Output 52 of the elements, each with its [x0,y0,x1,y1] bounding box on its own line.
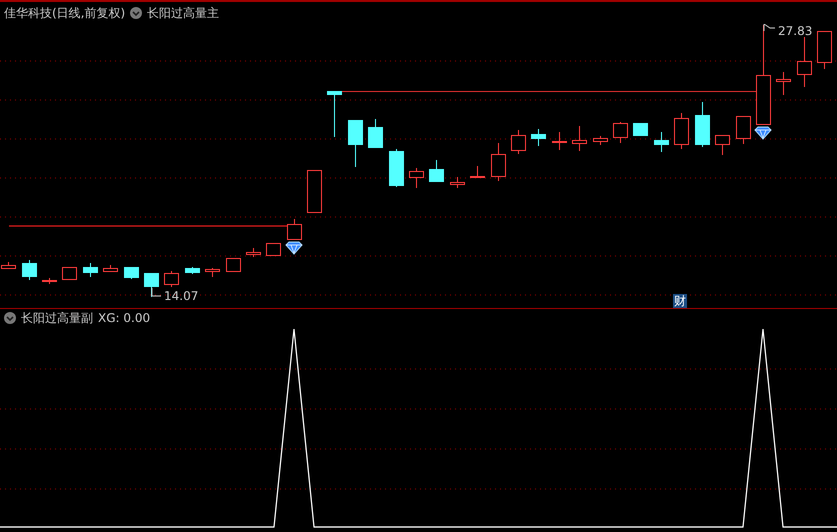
candlestick [613,122,628,144]
candlestick [511,130,526,154]
candlestick [674,112,689,150]
collapse-icon[interactable] [130,7,142,19]
candlestick [736,116,751,144]
candlestick [633,122,648,136]
candlestick [389,148,404,188]
candlestick [164,270,179,288]
candlestick [776,72,791,96]
indicator-name: 长阳过高量副 [21,310,93,326]
low-price-label: 14.07 [164,289,198,303]
candlestick [307,170,322,213]
candlestick [695,102,710,148]
candlestick [103,264,118,272]
candlestick [552,132,567,150]
candlestick [409,168,424,188]
candlestick [1,262,16,269]
indicator-name: 长阳过高量主 [147,4,220,22]
candlestick [246,248,261,258]
candlestick [797,36,812,88]
finance-badge[interactable]: 财 [673,294,687,308]
candlestick [144,272,159,298]
candlestick [429,160,444,182]
candlestick [348,120,363,168]
candlestick [715,135,730,156]
candlestick [124,266,139,280]
candlestick [491,142,506,182]
candlestick [817,31,832,70]
candlestick [368,118,383,148]
leader-line [152,288,162,296]
diamond-icon [285,242,303,255]
candlestick [205,268,220,278]
candlestick [470,166,485,178]
candlestick [531,128,546,146]
indicator-reading: XG: 0.00 [98,311,150,325]
candlestick [327,90,342,138]
candlestick [22,260,37,280]
candlestick [287,218,302,240]
candlestick [83,262,98,278]
high-price-label: 27.83 [778,24,812,38]
candlestick [593,136,608,146]
leader-line [764,24,776,32]
candlestick [572,126,587,152]
candlestick [185,266,200,274]
candlestick [226,258,241,272]
candlestick [266,243,281,256]
candlestick [450,176,465,188]
stock-title: 佳华科技(日线,前复权) [4,4,126,22]
candlestick [62,267,77,280]
candlestick [654,132,669,152]
diamond-icon [754,126,772,140]
collapse-icon[interactable] [4,312,16,324]
